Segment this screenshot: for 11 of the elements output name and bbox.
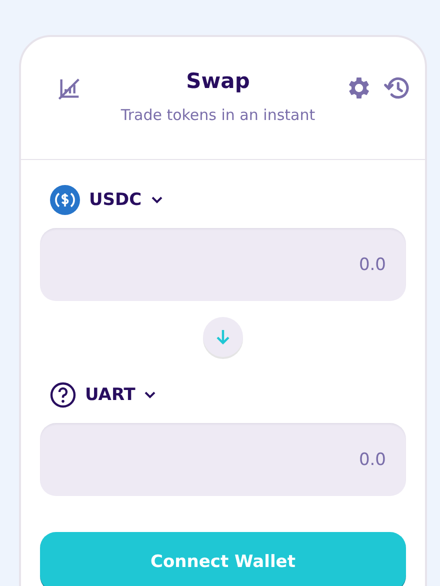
title: Swap bbox=[186, 69, 250, 93]
token-selector[interactable]: UART bbox=[40, 379, 156, 411]
dollar-coin-icon bbox=[50, 185, 80, 215]
amount-field[interactable]: 0.0 bbox=[40, 228, 406, 301]
caret-icon bbox=[144, 391, 156, 399]
token-selector[interactable]: USDC bbox=[40, 184, 163, 216]
caret-icon bbox=[150, 196, 163, 204]
subtitle: Trade tokens in an instant bbox=[120, 106, 316, 124]
switch-button[interactable] bbox=[203, 317, 243, 357]
question-icon bbox=[50, 382, 76, 408]
amount-field[interactable]: 0.0 bbox=[40, 423, 406, 496]
